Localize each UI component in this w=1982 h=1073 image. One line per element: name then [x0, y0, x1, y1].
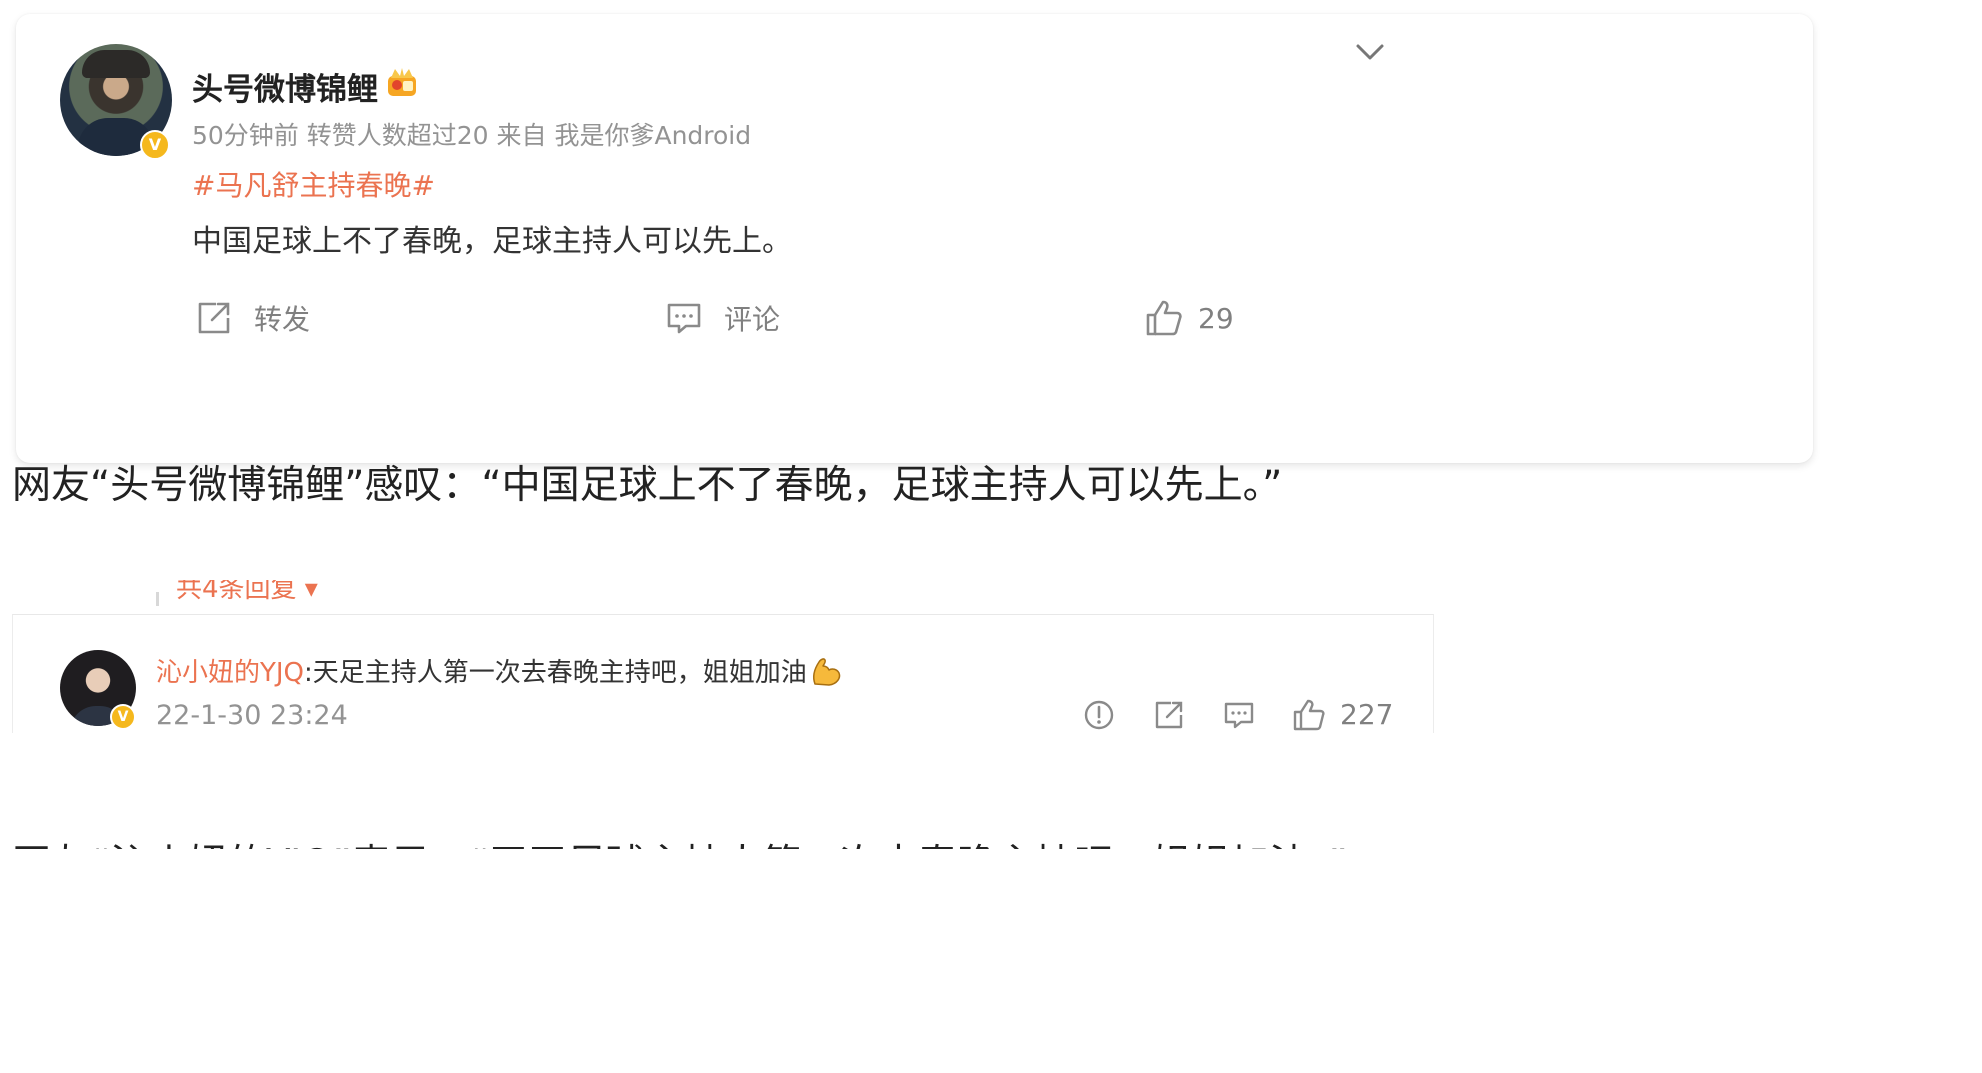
repost-button[interactable]: 转发 — [194, 296, 310, 340]
comment-label: 评论 — [724, 303, 781, 336]
article-paragraph-1: 网友“头号微博锦鲤”感叹：“中国足球上不了春晚，足球主持人可以先上。” — [12, 463, 1283, 508]
comment-button[interactable]: 评论 — [664, 296, 780, 340]
comment-icon[interactable] — [1222, 698, 1256, 732]
replies-toggle-label: 共4条回复 ▾ — [176, 580, 318, 604]
post-hashtag[interactable]: #马凡舒主持春晚# — [192, 164, 435, 204]
like-icon — [1146, 300, 1182, 336]
post-meta: 50分钟前 转赞人数超过20 来自 我是你爹Android — [192, 121, 752, 150]
article-paragraph-2-text: 网友“沁小妞的YJQ”表示：“天天足球主持人第一次去春晚主持吧，姐姐加油。” — [12, 836, 1348, 849]
commenter-name[interactable]: 沁小妞的YJQ — [156, 652, 304, 689]
post-content: 中国足球上不了春晚，足球主持人可以先上。 — [192, 224, 792, 259]
comment-line: 沁小妞的YJQ :天足主持人第一次去春晚主持吧，姐姐加油 — [156, 652, 843, 689]
reply-divider — [156, 592, 159, 606]
verified-badge-icon: V — [140, 130, 170, 160]
avatar-hat — [82, 50, 150, 78]
muscle-emoji-icon — [812, 657, 841, 686]
verified-badge-icon: V — [110, 704, 136, 730]
repost-icon — [198, 302, 230, 334]
like-icon[interactable] — [1292, 698, 1326, 732]
replies-toggle[interactable]: 共4条回复 ▾ — [176, 580, 318, 604]
comment-time: 22-1-30 23:24 — [156, 700, 348, 731]
repost-label: 转发 — [254, 303, 311, 336]
report-icon[interactable] — [1082, 698, 1116, 732]
article-paragraph-2: 网友“沁小妞的YJQ”表示：“天天足球主持人第一次去春晚主持吧，姐姐加油。” — [12, 836, 1348, 849]
comment-like-count: 227 — [1340, 698, 1394, 731]
chevron-down-icon[interactable] — [1352, 36, 1388, 66]
post-author-name[interactable]: 头号微博锦鲤 — [192, 64, 378, 109]
comment-icon — [667, 303, 701, 334]
comment-text: :天足主持人第一次去春晚主持吧，姐姐加油 — [304, 658, 807, 688]
like-count: 29 — [1198, 301, 1234, 335]
crown-badge-icon — [388, 68, 416, 96]
repost-icon[interactable] — [1152, 698, 1186, 732]
like-button[interactable]: 29 — [1144, 296, 1234, 340]
